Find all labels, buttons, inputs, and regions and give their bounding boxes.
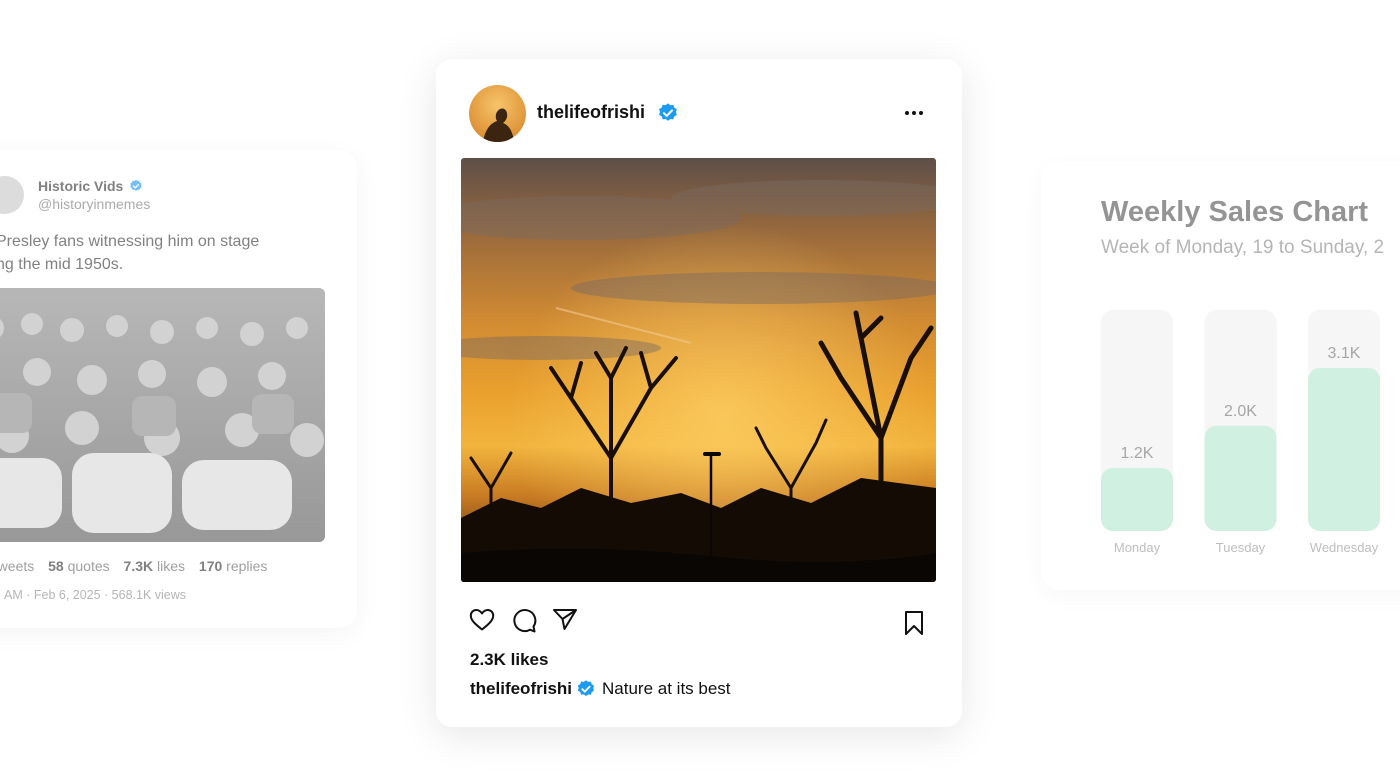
bookmark-icon[interactable]	[902, 610, 926, 636]
quotes-count: 58	[48, 558, 64, 574]
post-photo[interactable]	[461, 158, 936, 582]
category-label: Tuesday	[1216, 540, 1266, 555]
bar-wednesday[interactable]	[1308, 367, 1380, 531]
tweet-text: Presley fans witnessing him on stage ng …	[0, 230, 326, 276]
bar-value-label: 3.1K	[1328, 345, 1361, 362]
bar-value-label: 2.0K	[1224, 403, 1257, 420]
tweet-stats: etweets 58 quotes 7.3K likes 170 replies	[0, 558, 267, 574]
quotes-label[interactable]: quotes	[68, 558, 110, 574]
replies-label[interactable]: replies	[226, 558, 267, 574]
tweet-author-name[interactable]: Historic Vids	[38, 178, 123, 194]
audience-photo	[0, 288, 325, 542]
bar-value-label: 1.2K	[1121, 445, 1154, 462]
tweet-photo[interactable]	[0, 288, 325, 542]
tweet-card[interactable]: Historic Vids @historyinmemes Presley fa…	[0, 150, 357, 628]
replies-count: 170	[198, 558, 223, 574]
likes-label[interactable]: likes	[157, 558, 185, 574]
likes-count[interactable]: 2.3K likes	[470, 650, 548, 670]
verified-icon	[659, 103, 677, 121]
caption-text: Nature at its best	[602, 679, 731, 698]
avatar[interactable]	[469, 85, 526, 142]
post-username[interactable]: thelifeofrishi	[537, 102, 645, 123]
tweet-author-handle[interactable]: @historyinmemes	[38, 196, 150, 212]
bar-tuesday[interactable]	[1204, 425, 1277, 531]
heart-icon[interactable]	[469, 608, 495, 632]
tweet-avatar[interactable]	[0, 176, 24, 214]
verified-icon	[130, 179, 142, 191]
more-icon[interactable]	[903, 103, 925, 123]
tweet-timestamp: AM · Feb 6, 2025 · 568.1K views	[4, 588, 187, 602]
tweet-text-line: Presley fans witnessing him on stage	[0, 233, 260, 250]
category-label: Wednesday	[1310, 540, 1379, 555]
sunset-photo	[461, 158, 936, 582]
chart-card: Weekly Sales Chart Week of Monday, 19 to…	[1041, 162, 1400, 590]
likes-count: 7.3K	[123, 558, 154, 574]
tweet-text-line: ng the mid 1950s.	[0, 256, 124, 273]
caption-username[interactable]: thelifeofrishi	[470, 679, 572, 699]
retweets-label[interactable]: etweets	[0, 558, 34, 574]
bar-chart: 1.2K Monday 2.0K Tuesday 3.1K Wednesday	[1101, 310, 1380, 555]
share-icon[interactable]	[552, 607, 578, 631]
tweet-header: Historic Vids @historyinmemes	[0, 176, 150, 214]
verified-icon	[577, 680, 595, 697]
instagram-post-card: thelifeofrishi 2.3K likes thelifeofrishi…	[436, 59, 962, 727]
bar-monday[interactable]	[1101, 467, 1173, 531]
category-label: Monday	[1114, 540, 1161, 555]
caption: thelifeofrishi Nature at its best	[470, 679, 731, 699]
comment-icon[interactable]	[511, 608, 537, 634]
